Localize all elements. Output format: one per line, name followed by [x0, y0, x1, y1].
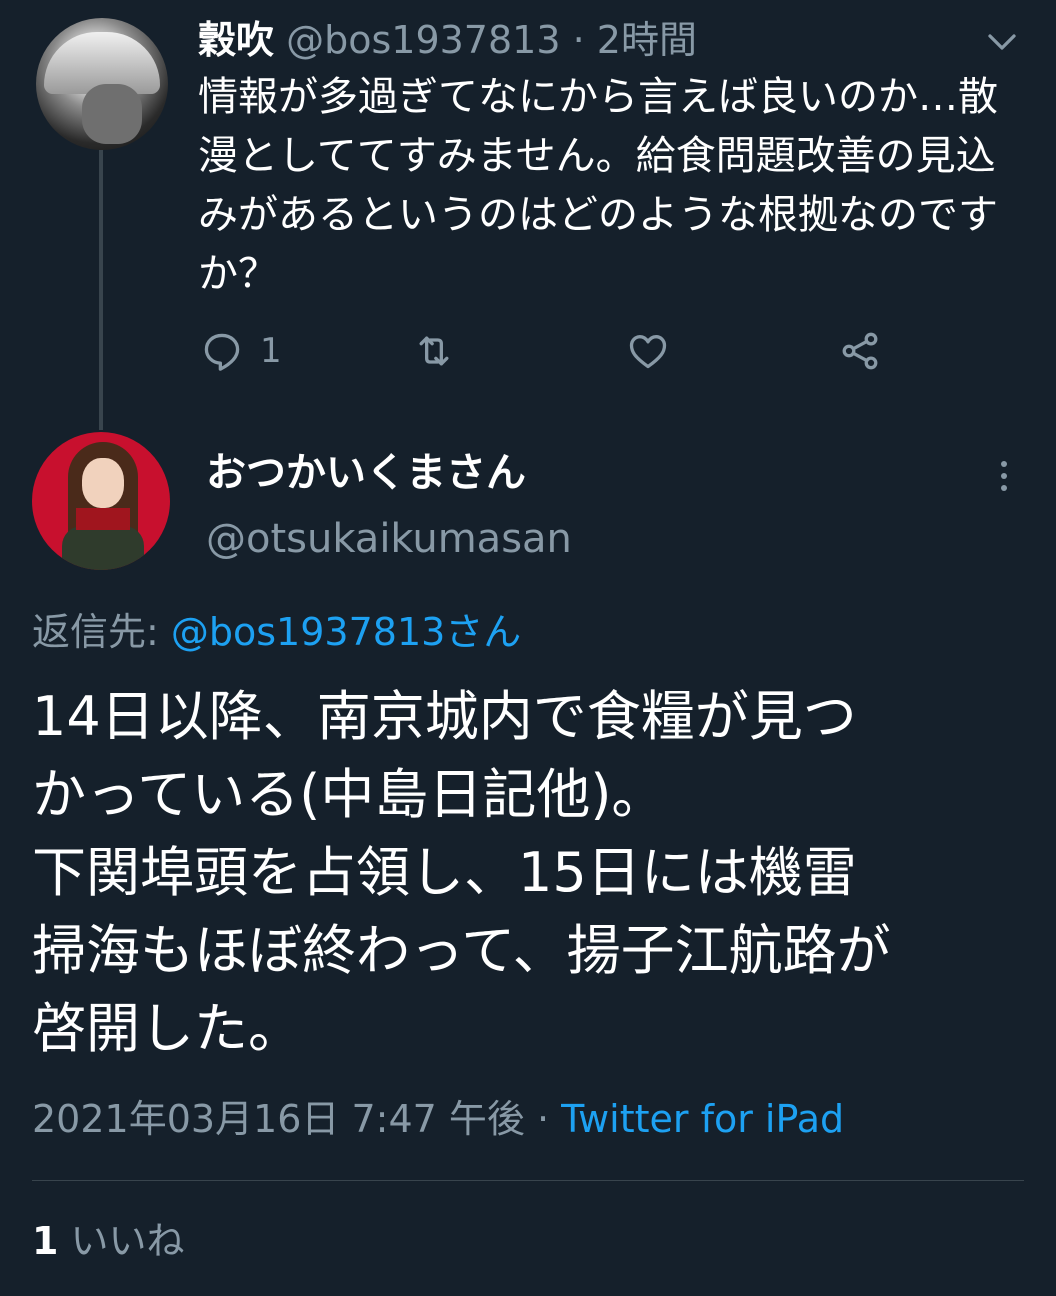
- avatar-scarf-shape: [76, 508, 130, 530]
- chevron-down-icon[interactable]: [984, 24, 1020, 60]
- tweet-source-link[interactable]: Twitter for iPad: [561, 1097, 844, 1141]
- avatar-face-shape: [82, 458, 124, 508]
- main-tweet-line: 14日以降、南京城内で食糧が見つ: [32, 685, 857, 748]
- like-icon: [629, 335, 667, 369]
- main-tweet-text: 14日以降、南京城内で食糧が見つ かっている(中島日記他)。 下関埠頭を占領し、…: [32, 678, 1032, 1068]
- tweet-timestamp-line: 2021年03月16日 7:47 午後 · Twitter for iPad: [32, 1094, 844, 1144]
- reply-to-line: 返信先: @bos1937813さん: [32, 608, 521, 656]
- avatar-face-shape: [82, 84, 142, 144]
- retweet-icon: [419, 336, 449, 366]
- reply-button[interactable]: 1: [200, 328, 282, 374]
- parent-display-name[interactable]: 穀吹: [198, 18, 274, 62]
- likes-label: いいね: [58, 1219, 185, 1263]
- share-icon: [842, 332, 878, 370]
- likes-count: 1: [32, 1219, 59, 1263]
- reply-icon: [204, 333, 240, 371]
- divider: [32, 1180, 1024, 1181]
- likes-summary[interactable]: 1 いいね: [32, 1216, 185, 1266]
- parent-tweet-header: 穀吹 @bos1937813 · 2時間: [198, 16, 697, 64]
- parent-time: · 2時間: [572, 18, 697, 62]
- main-handle[interactable]: @otsukaikumasan: [206, 514, 572, 564]
- parent-tweet-text: 情報が多過ぎてなにから言えば良いのか…散漫としててすみません。給食問題改善の見込…: [198, 74, 998, 297]
- retweet-button[interactable]: [412, 328, 456, 374]
- main-tweet-line: 下関埠頭を占領し、15日には機雷: [32, 841, 857, 904]
- like-button[interactable]: [626, 328, 670, 374]
- main-display-name[interactable]: おつかいくまさん: [206, 448, 526, 498]
- avatar-main-user[interactable]: [32, 432, 170, 570]
- reply-to-user-link[interactable]: @bos1937813さん: [171, 610, 521, 654]
- avatar-parent-user[interactable]: [36, 18, 168, 150]
- reply-to-label: 返信先:: [32, 610, 171, 654]
- main-tweet-line: 啓開した。: [32, 997, 302, 1060]
- avatar-coat-shape: [62, 526, 144, 570]
- parent-handle[interactable]: @bos1937813: [286, 18, 560, 62]
- reply-count: 1: [260, 331, 282, 371]
- share-button[interactable]: [838, 328, 882, 374]
- thread-connector-line: [99, 150, 103, 430]
- tweet-timestamp: 2021年03月16日 7:47 午後 ·: [32, 1097, 562, 1141]
- main-tweet-line: かっている(中島日記他)。: [32, 763, 666, 826]
- main-tweet-line: 掃海もほぼ終わって、揚子江航路が: [32, 919, 891, 982]
- more-vertical-icon[interactable]: [994, 456, 1014, 496]
